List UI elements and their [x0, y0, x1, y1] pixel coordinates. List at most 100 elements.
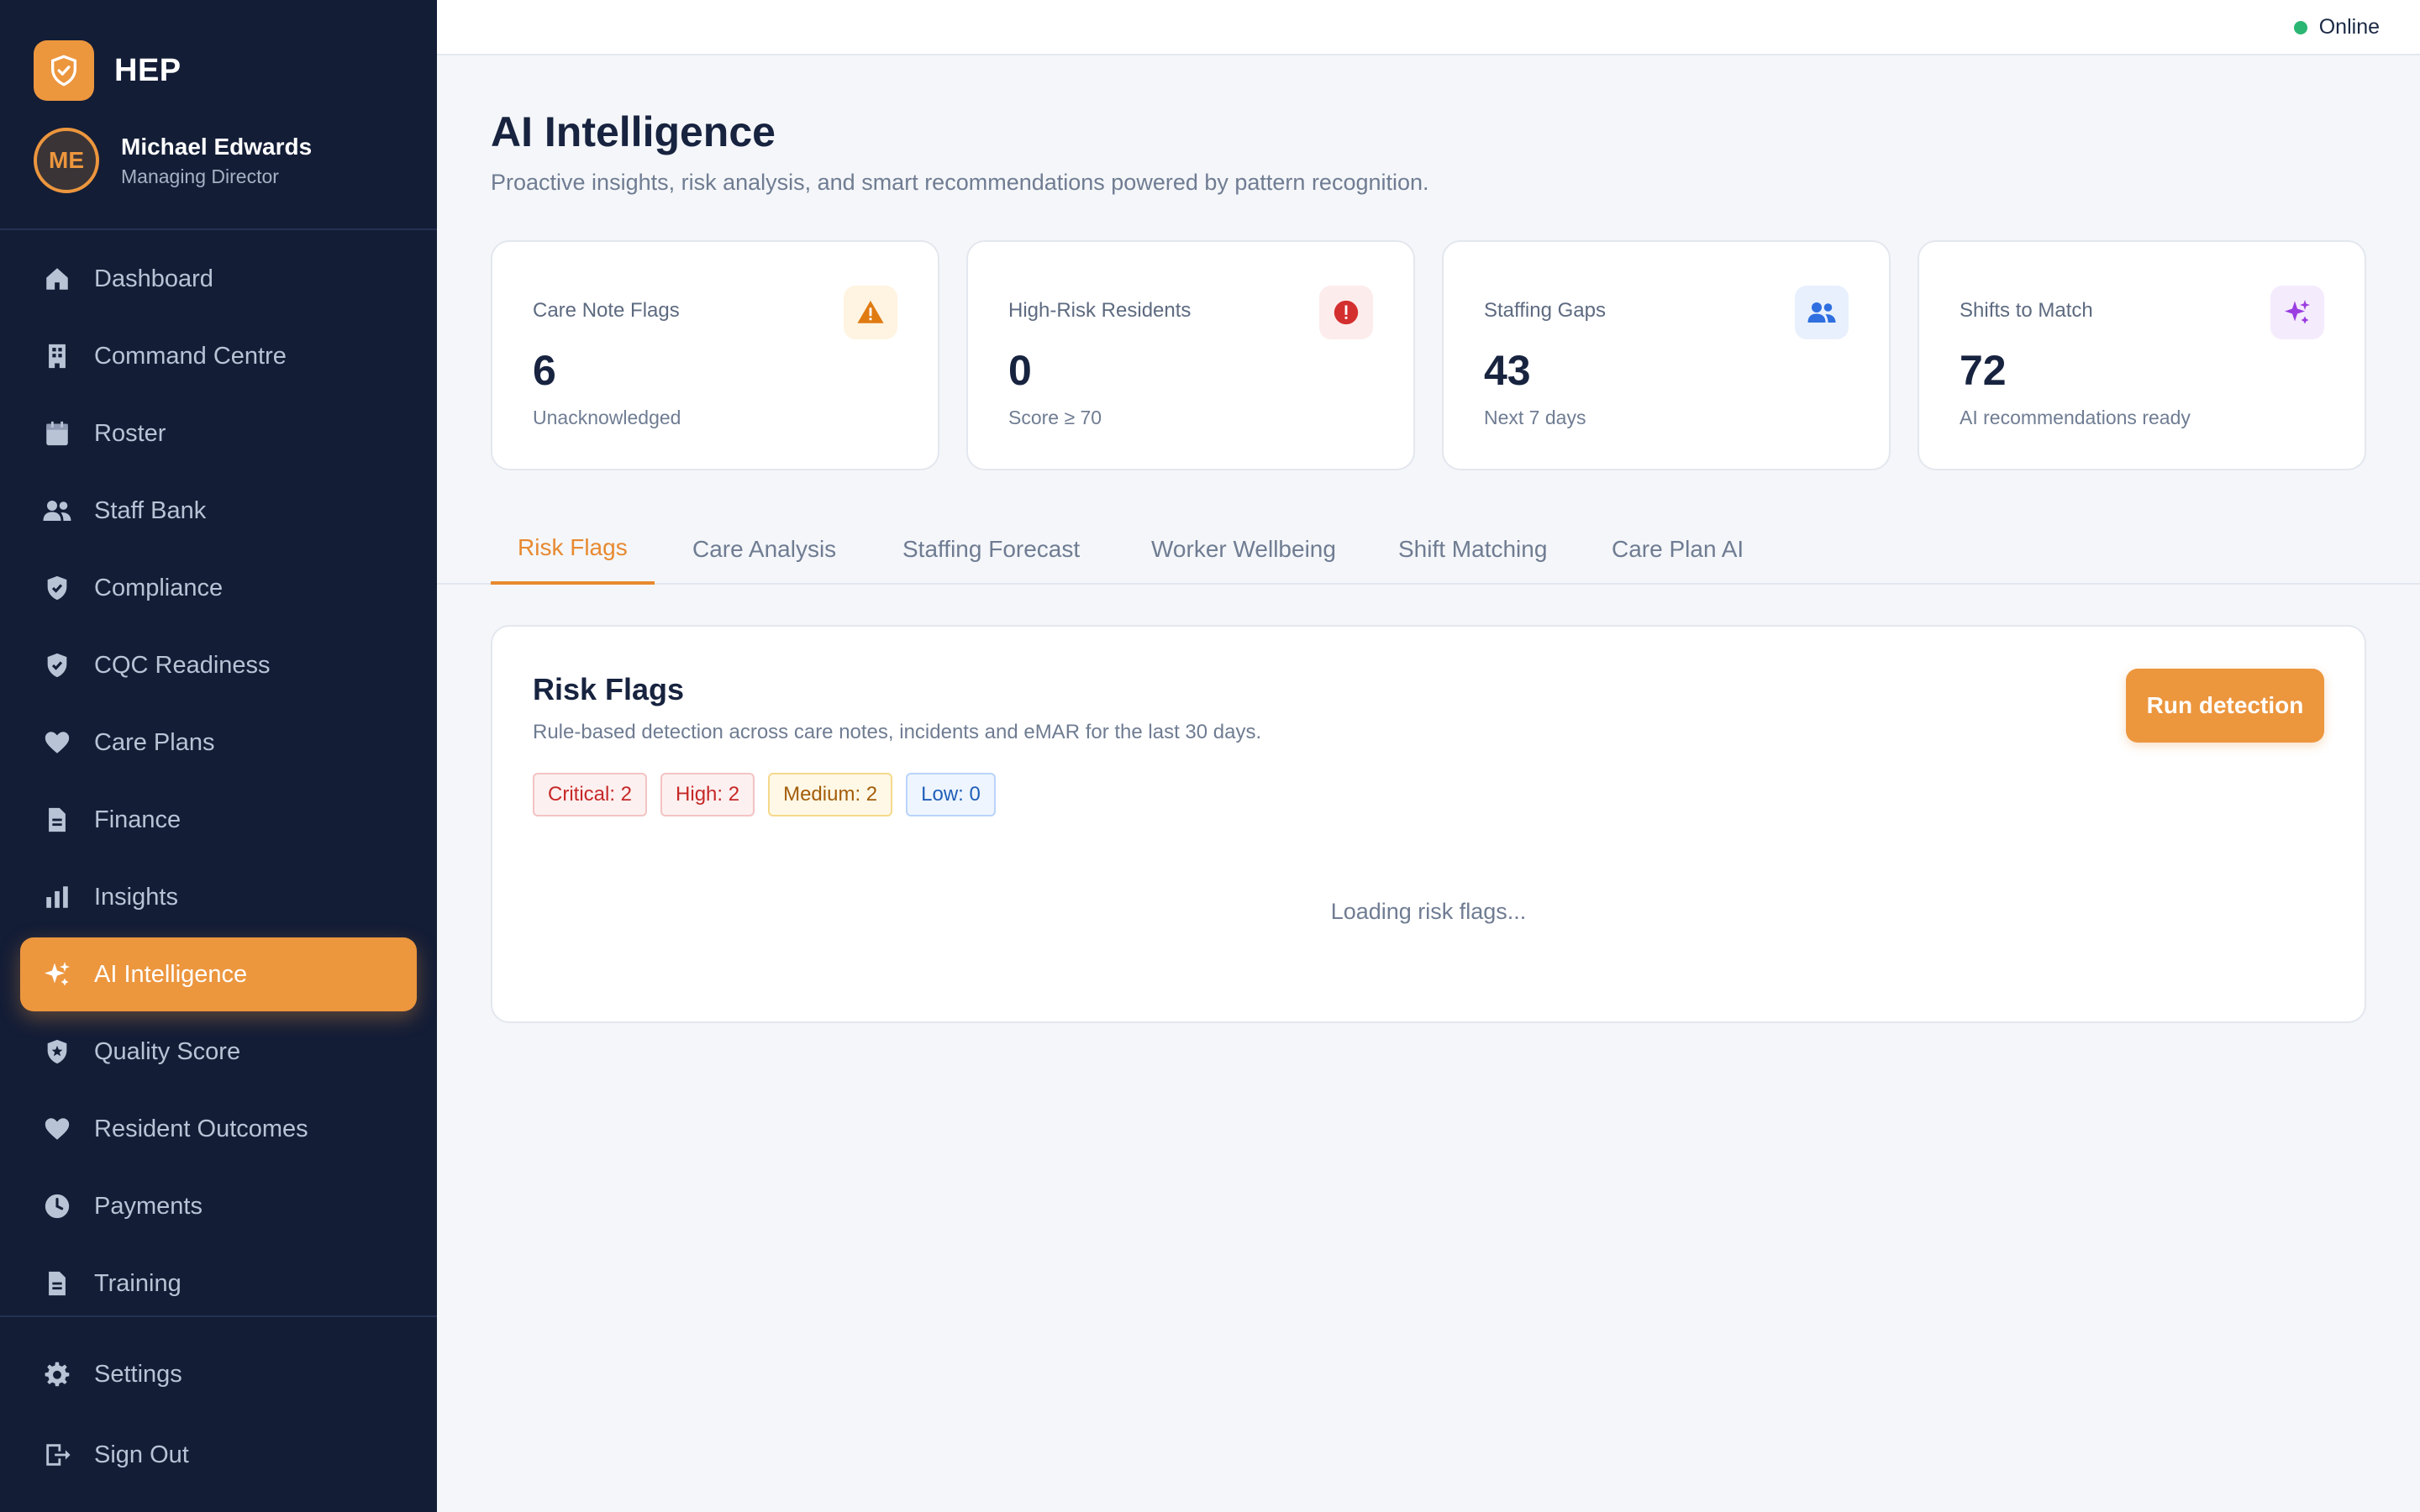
stat-value: 0 — [1008, 347, 1032, 394]
sidebar-item-label: Staff Bank — [94, 496, 207, 524]
sidebar-item-label: Quality Score — [94, 1037, 241, 1065]
user-name: Michael Edwards — [121, 133, 313, 160]
stat-value: 43 — [1484, 347, 1531, 394]
alert-circle-icon — [1319, 286, 1373, 339]
panel-subtitle: Rule-based detection across care notes, … — [533, 721, 1262, 743]
stat-label: Care Note Flags — [533, 299, 680, 322]
stat-label: Shifts to Match — [1960, 299, 2093, 322]
stat-note: Next 7 days — [1484, 407, 1586, 428]
sidebar-item-settings[interactable]: Settings — [20, 1337, 417, 1411]
sign-out-icon — [40, 1438, 74, 1472]
tab-care-analysis[interactable]: Care Analysis — [666, 514, 863, 585]
top-bar: Online — [437, 0, 2420, 55]
people-icon — [1795, 286, 1849, 339]
sidebar-item-label: Insights — [94, 883, 178, 911]
sidebar-item-label: Sign Out — [94, 1441, 189, 1468]
home-icon — [40, 262, 74, 296]
user-profile[interactable]: ME Michael Edwards Managing Director — [34, 128, 312, 193]
run-detection-button[interactable]: Run detection — [2126, 669, 2324, 743]
stat-label: Staffing Gaps — [1484, 299, 1606, 322]
app-root: HEP ME Michael Edwards Managing Director… — [0, 0, 2420, 1512]
sidebar-item-label: Finance — [94, 806, 182, 833]
tab-risk-flags[interactable]: Risk Flags — [491, 514, 655, 585]
shield-star-icon — [40, 1035, 74, 1068]
tab-staffing-forecast[interactable]: Staffing Forecast — [876, 514, 1107, 585]
sidebar-item-label: AI Intelligence — [94, 960, 248, 988]
avatar: ME — [34, 128, 99, 193]
sidebar-item-label: Care Plans — [94, 728, 215, 756]
people-icon — [40, 494, 74, 528]
stat-value: 72 — [1960, 347, 2007, 394]
user-role: Managing Director — [121, 165, 279, 187]
sidebar-item-label: Roster — [94, 419, 166, 447]
sidebar-item-dashboard[interactable]: Dashboard — [20, 242, 417, 316]
sidebar-item-care-plans[interactable]: Care Plans — [20, 706, 417, 780]
tab-worker-wellbeing[interactable]: Worker Wellbeing — [1124, 514, 1363, 585]
shield-check-icon — [34, 40, 94, 101]
badge-medium: Medium: 2 — [768, 773, 893, 816]
badge-critical: Critical: 2 — [533, 773, 648, 816]
brand-name: HEP — [114, 52, 182, 88]
sidebar-item-label: Resident Outcomes — [94, 1115, 308, 1142]
brand[interactable]: HEP — [34, 40, 182, 101]
stat-note: Score ≥ 70 — [1008, 407, 1102, 428]
severity-badges: Critical: 2 High: 2 Medium: 2 Low: 0 — [533, 773, 1009, 816]
building-icon — [40, 339, 74, 373]
status-text: Online — [2318, 15, 2380, 39]
panel-title: Risk Flags — [533, 672, 685, 706]
warning-icon — [844, 286, 897, 339]
heart-icon — [40, 1112, 74, 1146]
shield-check-icon — [40, 571, 74, 605]
sidebar-item-insights[interactable]: Insights — [20, 860, 417, 934]
sidebar-item-label: Settings — [94, 1360, 182, 1388]
heart-icon — [40, 726, 74, 759]
page-subtitle: Proactive insights, risk analysis, and s… — [491, 170, 1429, 195]
sparkles-icon — [40, 958, 74, 991]
sidebar-item-payments[interactable]: Payments — [20, 1169, 417, 1243]
stat-value: 6 — [533, 347, 556, 394]
tab-care-plan-ai[interactable]: Care Plan AI — [1585, 514, 1770, 585]
stat-card-care-note-flags: Care Note Flags 6 Unacknowledged — [491, 240, 939, 470]
calendar-icon — [40, 417, 74, 450]
sidebar-item-ai-intelligence[interactable]: AI Intelligence — [20, 937, 417, 1011]
gear-icon — [40, 1357, 74, 1391]
sidebar-divider — [0, 228, 437, 230]
sidebar-item-resident-outcomes[interactable]: Resident Outcomes — [20, 1092, 417, 1166]
risk-flags-panel: Risk Flags Rule-based detection across c… — [491, 625, 2366, 1023]
loading-message: Loading risk flags... — [1330, 899, 1527, 924]
sidebar-item-label: Payments — [94, 1192, 203, 1220]
sidebar-item-staff-bank[interactable]: Staff Bank — [20, 474, 417, 548]
sidebar-item-training[interactable]: Training — [20, 1247, 417, 1320]
stat-card-shifts-to-match: Shifts to Match 72 AI recommendations re… — [1918, 240, 2366, 470]
sidebar-item-finance[interactable]: Finance — [20, 783, 417, 857]
tab-bar: Risk Flags Care Analysis Staffing Foreca… — [437, 514, 2420, 585]
sidebar-item-cqc-readiness[interactable]: CQC Readiness — [20, 628, 417, 702]
tab-shift-matching[interactable]: Shift Matching — [1371, 514, 1574, 585]
page-title: AI Intelligence — [491, 108, 776, 155]
sidebar: HEP ME Michael Edwards Managing Director… — [0, 0, 437, 1512]
stat-label: High-Risk Residents — [1008, 299, 1192, 322]
badge-high: High: 2 — [660, 773, 755, 816]
status-dot-icon — [2293, 20, 2307, 34]
sidebar-item-label: Training — [94, 1269, 182, 1297]
sidebar-item-label: CQC Readiness — [94, 651, 271, 679]
shield-check-icon — [40, 648, 74, 682]
sidebar-item-label: Command Centre — [94, 342, 287, 370]
stat-note: Unacknowledged — [533, 407, 681, 428]
connection-status: Online — [2293, 15, 2380, 39]
sidebar-item-sign-out[interactable]: Sign Out — [20, 1418, 417, 1492]
document-icon — [40, 803, 74, 837]
sparkles-icon — [2270, 286, 2324, 339]
bar-chart-icon — [40, 880, 74, 914]
stat-note: AI recommendations ready — [1960, 407, 2191, 428]
sidebar-item-command-centre[interactable]: Command Centre — [20, 319, 417, 393]
sidebar-item-label: Dashboard — [94, 265, 213, 292]
sidebar-item-compliance[interactable]: Compliance — [20, 551, 417, 625]
sidebar-divider — [0, 1315, 437, 1317]
sidebar-item-quality-score[interactable]: Quality Score — [20, 1015, 417, 1089]
sidebar-item-roster[interactable]: Roster — [20, 396, 417, 470]
stat-card-high-risk-residents: High-Risk Residents 0 Score ≥ 70 — [966, 240, 1415, 470]
clock-icon — [40, 1189, 74, 1223]
stat-card-staffing-gaps: Staffing Gaps 43 Next 7 days — [1442, 240, 1891, 470]
sidebar-item-label: Compliance — [94, 574, 224, 601]
